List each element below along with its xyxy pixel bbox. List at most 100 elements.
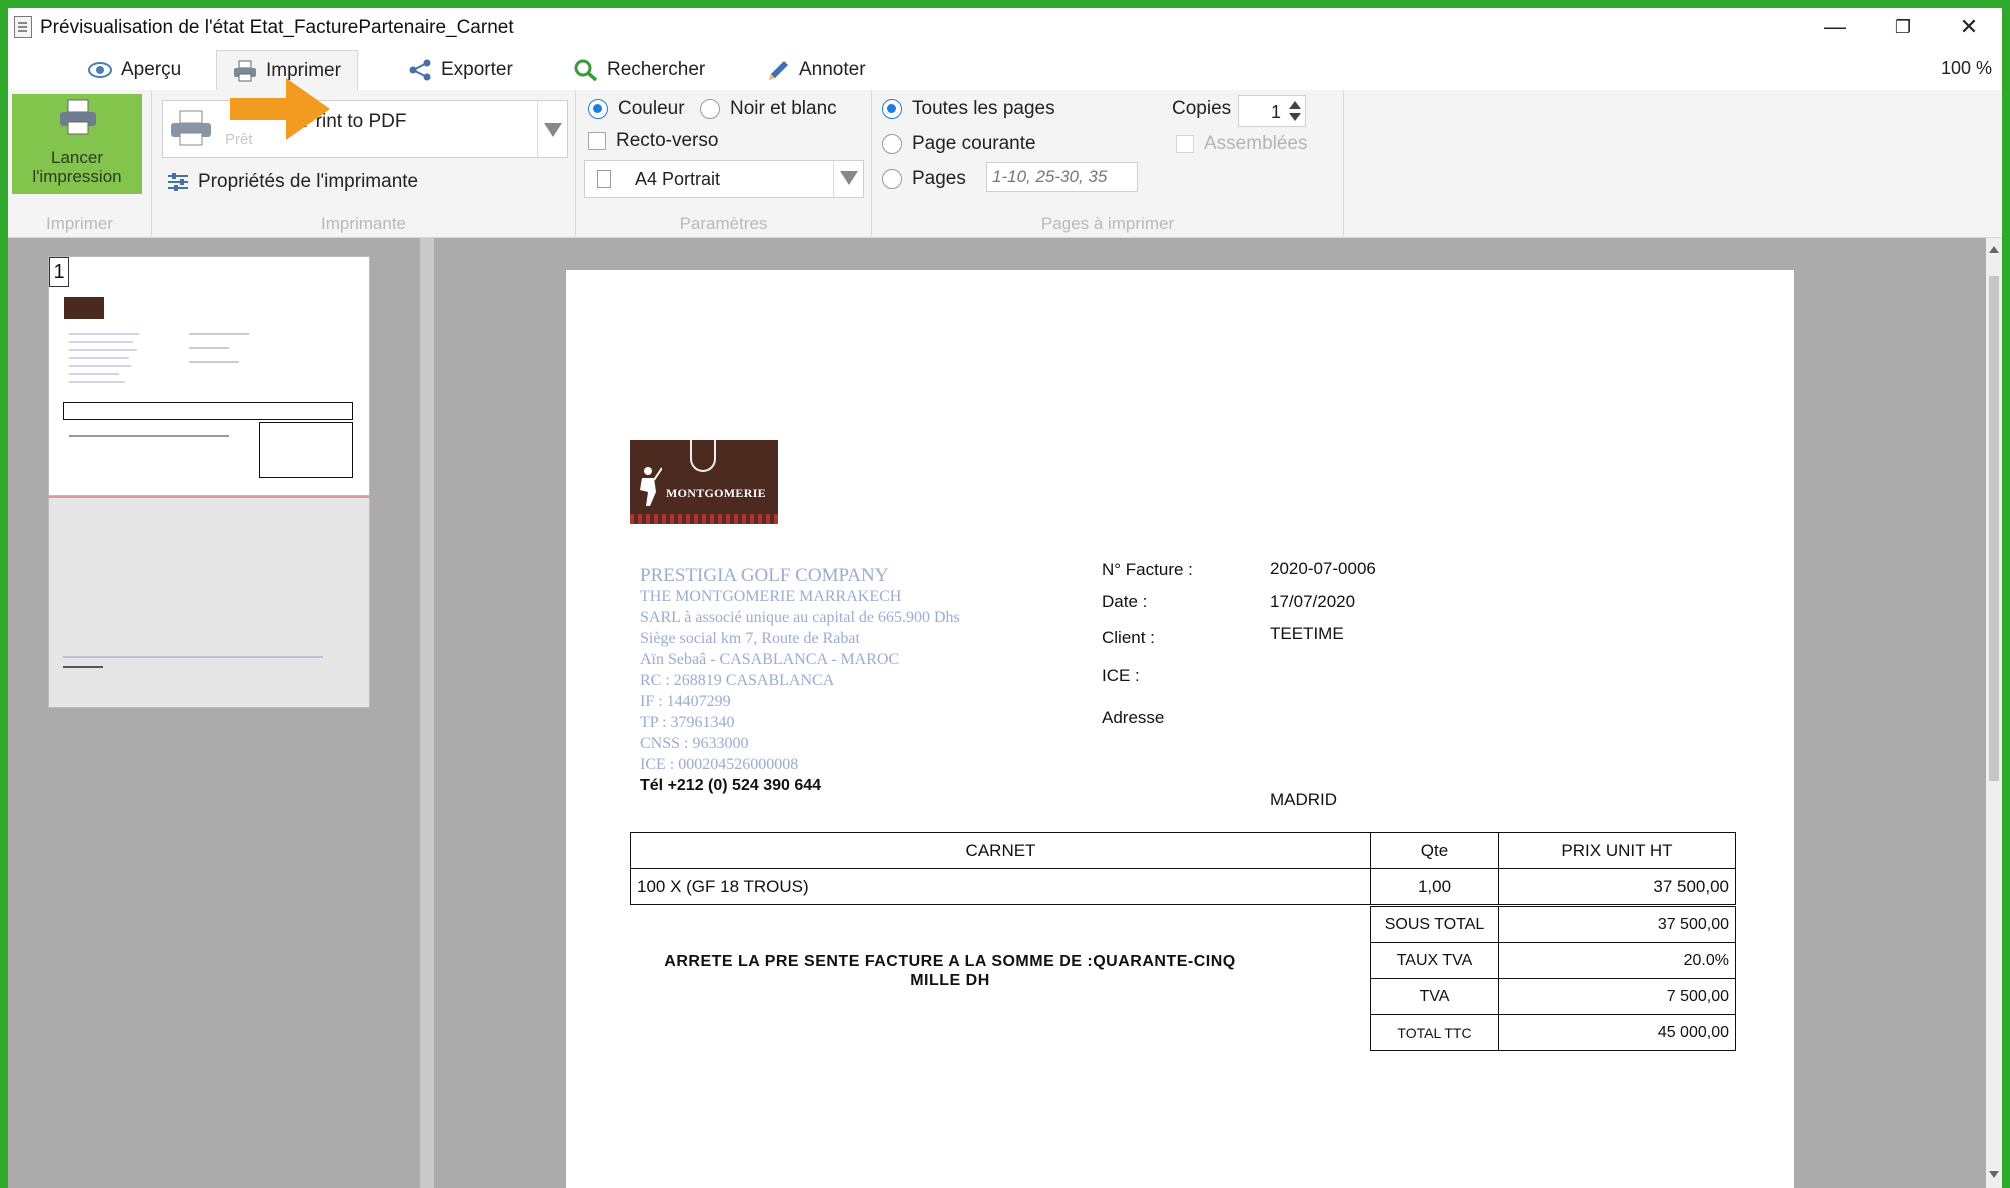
- search-icon: [574, 59, 598, 81]
- checkbox-recto-verso-label: Recto-verso: [616, 130, 719, 151]
- totals-row: TAUX TVA 20.0%: [1370, 942, 1736, 979]
- invoice-client-value: TEETIME: [1270, 624, 1344, 643]
- sliders-icon: [168, 173, 188, 191]
- minimize-button[interactable]: —: [1802, 8, 1868, 46]
- montgomerie-logo: MONTGOMERIE: [630, 440, 778, 524]
- chevron-down-icon[interactable]: [833, 161, 863, 197]
- totals-label: TAUX TVA: [1370, 942, 1499, 979]
- invoice-totals-table: SOUS TOTAL 37 500,00 TAUX TVA 20.0% TVA …: [1370, 906, 1736, 1051]
- company-block: PRESTIGIA GOLF COMPANY THE MONTGOMERIE M…: [640, 565, 960, 796]
- printer-icon: [171, 110, 211, 146]
- group-label-imprimer: Imprimer: [45, 214, 114, 233]
- decrement-icon[interactable]: [1289, 113, 1301, 121]
- printer-properties-button[interactable]: Propriétés de l'imprimante: [166, 170, 418, 194]
- thumbnail-line: [69, 333, 139, 335]
- table-cell: 100 X (GF 18 TROUS): [630, 868, 1371, 905]
- group-label-parametres: Paramètres: [679, 214, 768, 233]
- printer-icon: [60, 99, 96, 135]
- window-title: Prévisualisation de l'état Etat_FactureP…: [40, 17, 514, 38]
- thumbnail-line: [69, 341, 133, 343]
- title-bar: Prévisualisation de l'état Etat_FactureP…: [8, 8, 2002, 46]
- checkbox-recto-verso[interactable]: Recto-verso: [588, 130, 718, 152]
- scroll-up-icon[interactable]: [1989, 246, 1999, 253]
- company-line: CNSS : 9633000: [640, 735, 749, 752]
- amount-in-words: ARRETE LA PRE SENTE FACTURE A LA SOMME D…: [664, 953, 1236, 989]
- increment-icon[interactable]: [1289, 101, 1301, 109]
- radio-page-courante[interactable]: Page courante: [882, 133, 1036, 155]
- tab-apercu[interactable]: Aperçu: [72, 50, 197, 90]
- group-label-imprimante: Imprimante: [320, 214, 407, 233]
- printer-select[interactable]: Print to PDF Prêt: [162, 100, 568, 158]
- radio-current-label: Page courante: [912, 133, 1036, 154]
- totals-value: 20.0%: [1498, 942, 1736, 979]
- invoice-address-label: Adresse: [1102, 708, 1165, 727]
- column-header: PRIX UNIT HT: [1498, 832, 1736, 869]
- company-line: ICE : 000204526000008: [640, 756, 799, 773]
- thumbnail-line: [69, 365, 131, 367]
- radio-all-label: Toutes les pages: [912, 98, 1055, 119]
- tab-rechercher[interactable]: Rechercher: [558, 50, 721, 90]
- printer-properties-label: Propriétés de l'imprimante: [198, 171, 419, 192]
- thumbnail-line: [189, 347, 229, 349]
- table-row: 100 X (GF 18 TROUS) 1,00 37 500,00: [630, 868, 1736, 905]
- radio-indicator: [882, 99, 902, 119]
- preview-pane: MONTGOMERIE PRESTIGIA GOLF COMPANY THE M…: [434, 238, 1986, 1188]
- totals-row: TOTAL TTC 45 000,00: [1370, 1014, 1736, 1051]
- paper-value: A4 Portrait: [635, 169, 721, 189]
- thumbnail-line: [69, 435, 229, 437]
- golfer-icon: [640, 467, 662, 506]
- orange-arrow-annotation: [230, 78, 330, 140]
- tab-label: Annoter: [799, 59, 866, 80]
- document-icon: [14, 16, 32, 38]
- launch-print-button[interactable]: Lancer l'impression: [12, 94, 142, 194]
- tab-label: Rechercher: [607, 59, 706, 80]
- invoice-date-value: 17/07/2020: [1270, 592, 1356, 611]
- company-line: TP : 37961340: [640, 714, 735, 731]
- invoice-client-label: Client :: [1102, 628, 1155, 647]
- close-button[interactable]: ✕: [1936, 8, 2002, 46]
- table-cell: 37 500,00: [1498, 868, 1736, 905]
- totals-row: SOUS TOTAL 37 500,00: [1370, 906, 1736, 943]
- thumbnail-table: [63, 402, 353, 420]
- printer-group: Print to PDF Prêt Propriétés de l'imprim…: [152, 90, 576, 238]
- zoom-level: 100 %: [1940, 58, 1992, 78]
- radio-couleur[interactable]: Couleur: [588, 98, 685, 120]
- totals-label: TOTAL TTC: [1370, 1014, 1499, 1051]
- radio-pages[interactable]: Pages: [882, 168, 966, 190]
- company-line: Aïn Sebaâ - CASABLANCA - MAROC: [640, 651, 900, 668]
- totals-value: 45 000,00: [1498, 1014, 1736, 1051]
- scrollbar-thumb[interactable]: [1989, 276, 1999, 781]
- radio-toutes-les-pages[interactable]: Toutes les pages: [882, 98, 1055, 120]
- thumbnail-line: [189, 361, 239, 363]
- tab-exporter[interactable]: Exporter: [392, 50, 529, 90]
- pencil-icon: [769, 61, 788, 80]
- pages-range-input[interactable]: 1-10, 25-30, 35: [986, 162, 1138, 192]
- scroll-down-icon[interactable]: [1989, 1171, 1999, 1178]
- checkbox-indicator: [588, 132, 606, 150]
- launch-print-line2: l'impression: [32, 167, 122, 186]
- thumbnail-line: [69, 357, 129, 359]
- copies-stepper[interactable]: 1: [1238, 95, 1306, 127]
- radio-noir-et-blanc[interactable]: Noir et blanc: [700, 98, 837, 120]
- page-thumbnail-footer: [48, 496, 370, 708]
- share-icon: [409, 59, 431, 81]
- page-thumbnail[interactable]: 1: [48, 256, 370, 496]
- thumbnail-line: [69, 349, 137, 351]
- thumbnail-line: [69, 381, 125, 383]
- checkbox-assemblees[interactable]: Assemblées: [1176, 133, 1308, 155]
- vertical-scrollbar[interactable]: [1986, 238, 2002, 1188]
- print-group: Lancer l'impression Imprimer: [8, 90, 152, 238]
- totals-value: 7 500,00: [1498, 978, 1736, 1015]
- tab-annoter[interactable]: Annoter: [750, 50, 882, 90]
- totals-label: SOUS TOTAL: [1370, 906, 1499, 943]
- copies-value: 1: [1270, 102, 1281, 122]
- column-header: CARNET: [630, 832, 1371, 869]
- radio-pages-label: Pages: [912, 168, 966, 189]
- checkbox-assemblees-label: Assemblées: [1204, 133, 1308, 154]
- print-preview-window: Prévisualisation de l'état Etat_FactureP…: [8, 8, 2002, 1188]
- paper-select[interactable]: A4 Portrait: [584, 160, 864, 198]
- company-tel: Tél +212 (0) 524 390 644: [640, 777, 822, 794]
- pane-splitter[interactable]: [420, 238, 434, 1188]
- maximize-button[interactable]: ❐: [1870, 8, 1936, 46]
- chevron-down-icon[interactable]: [537, 101, 567, 157]
